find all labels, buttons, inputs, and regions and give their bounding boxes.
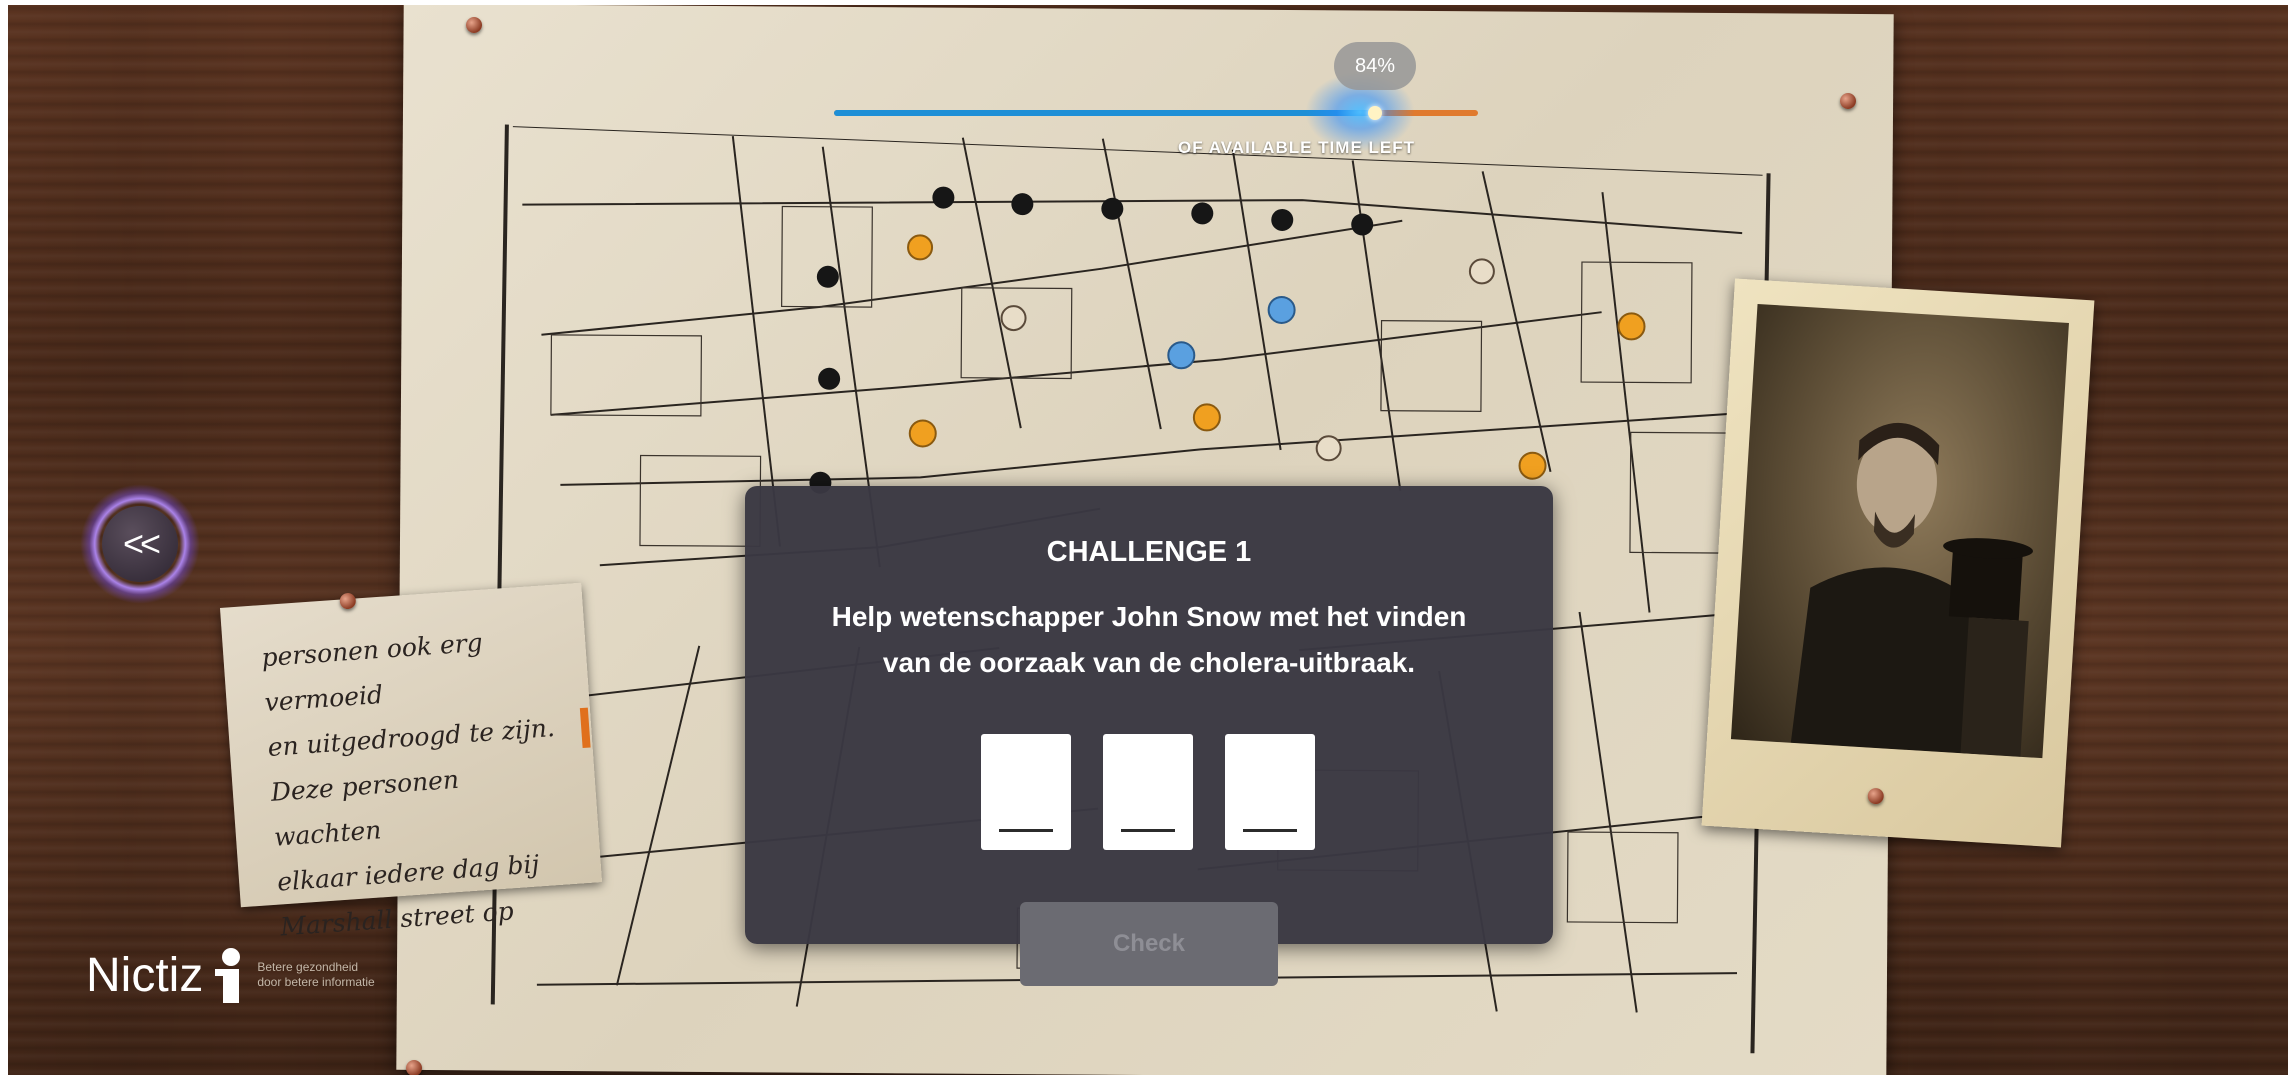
pushpin-icon bbox=[1867, 787, 1885, 805]
code-input-2[interactable] bbox=[1103, 734, 1193, 850]
challenge-description: Help wetenschapper John Snow met het vin… bbox=[805, 594, 1493, 686]
logo-wordmark: Nictiz bbox=[86, 948, 204, 1002]
code-input-1[interactable] bbox=[981, 734, 1071, 850]
challenge-description-line-1: Help wetenschapper John Snow met het vin… bbox=[831, 601, 1467, 632]
time-left-label: OF AVAILABLE TIME LEFT bbox=[1178, 138, 1415, 157]
time-progress-bar: 84% bbox=[834, 42, 1478, 152]
time-percent-badge: 84% bbox=[1334, 42, 1416, 90]
pushpin-icon bbox=[339, 592, 357, 610]
portrait-figure bbox=[1790, 422, 2033, 757]
pushpin-icon bbox=[406, 1060, 422, 1075]
check-button[interactable]: Check bbox=[1020, 902, 1278, 986]
back-button[interactable]: << bbox=[76, 480, 204, 608]
pushpin-icon bbox=[1840, 93, 1856, 109]
progress-knob bbox=[1368, 106, 1382, 120]
handwritten-note: personen ook erg vermoeid en uitgedroogd… bbox=[219, 582, 603, 942]
note-tab bbox=[579, 707, 591, 749]
logo-i-icon bbox=[209, 945, 249, 1005]
time-progress-fill bbox=[834, 110, 1375, 116]
code-input-3[interactable] bbox=[1225, 734, 1315, 850]
double-chevron-left-icon: << bbox=[102, 506, 178, 582]
portrait-photo bbox=[1730, 303, 2069, 759]
challenge-description-line-2: van de oorzaak van de cholera-uitbraak. bbox=[882, 647, 1416, 678]
challenge-modal: CHALLENGE 1 Help wetenschapper John Snow… bbox=[745, 486, 1553, 944]
note-text: personen ook erg vermoeid en uitgedroogd… bbox=[260, 627, 556, 942]
john-snow-portrait bbox=[1701, 278, 2095, 848]
logo-tagline: Betere gezondheid door betere informatie bbox=[257, 960, 375, 989]
challenge-title: CHALLENGE 1 bbox=[1046, 536, 1252, 568]
pushpin-icon bbox=[466, 17, 482, 33]
nictiz-logo: Nictiz Betere gezondheid door betere inf… bbox=[86, 945, 375, 1005]
